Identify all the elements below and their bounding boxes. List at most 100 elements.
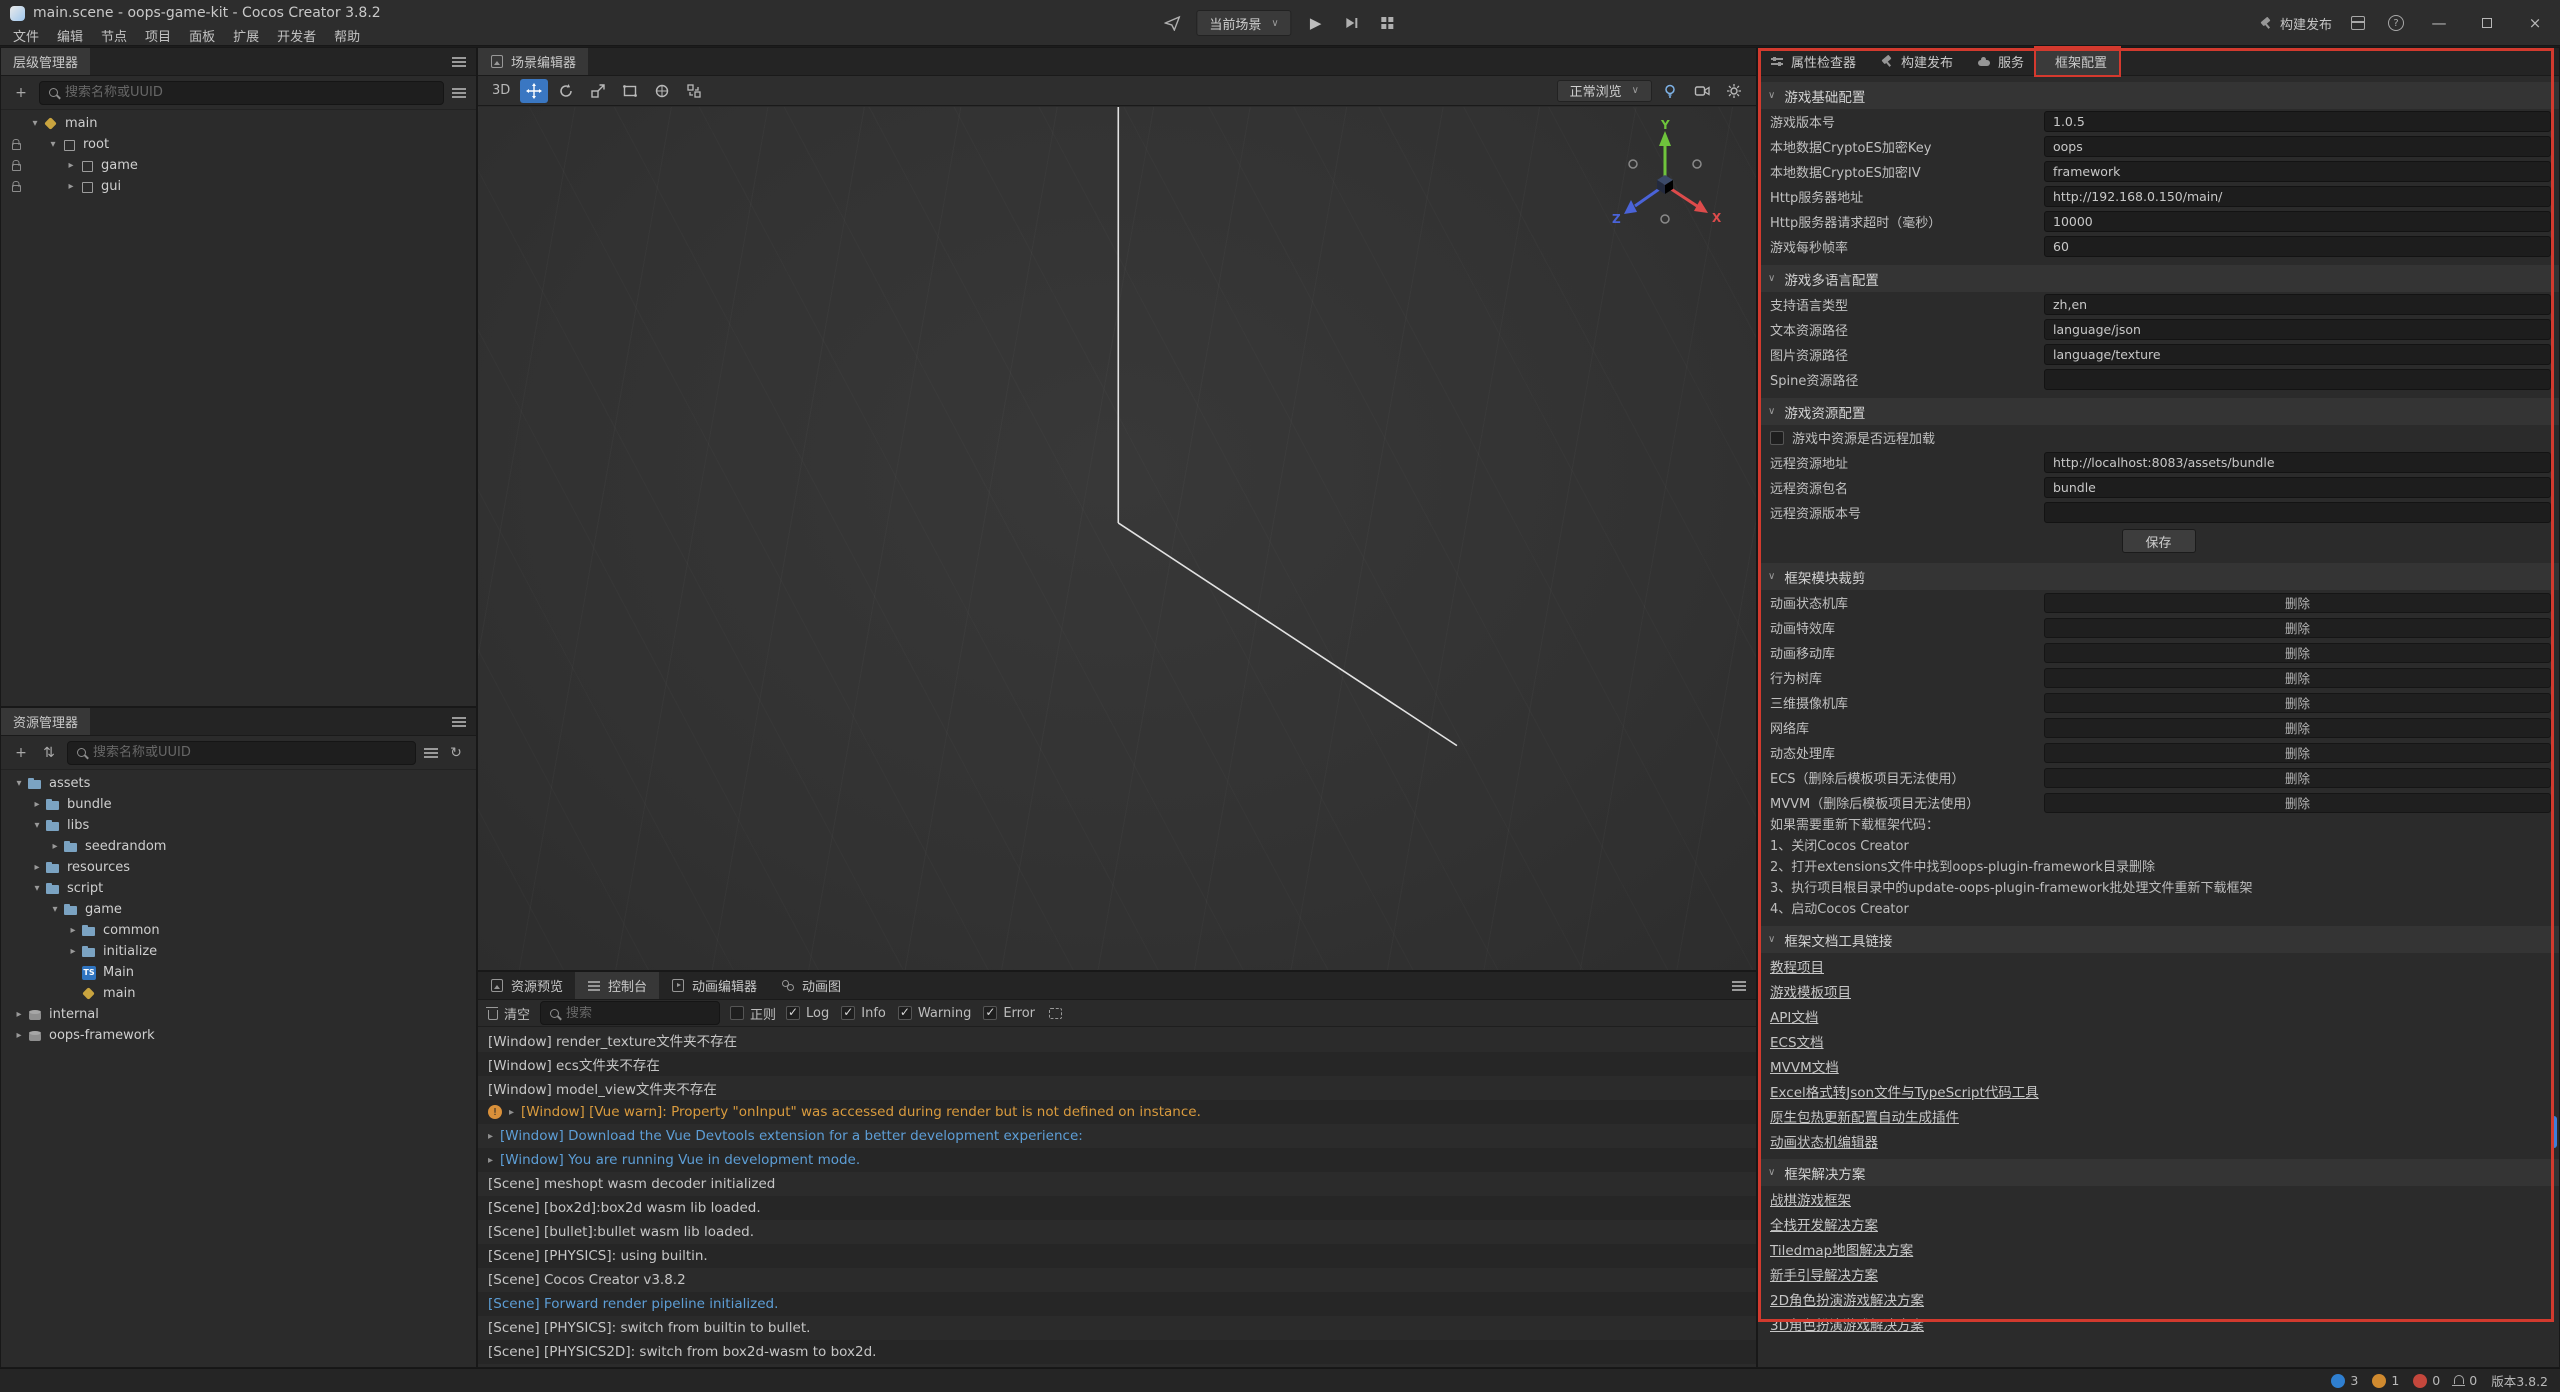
layout-grid-icon[interactable] bbox=[1376, 10, 1400, 36]
menu-item[interactable]: 文件 bbox=[4, 26, 48, 45]
panel-menu-icon[interactable] bbox=[1732, 980, 1746, 992]
solution-link[interactable]: 2D角色扮演游戏解决方案 bbox=[1770, 1289, 1924, 1309]
hierarchy-search-input[interactable] bbox=[65, 85, 434, 100]
console-tab[interactable]: 资源预览 bbox=[478, 972, 575, 999]
property-input[interactable]: http://localhost:8083/assets/bundle bbox=[2044, 452, 2551, 473]
scene-selector-dropdown[interactable]: 当前场景 ∨ bbox=[1196, 10, 1291, 36]
section-doc-links[interactable]: ∨ 框架文档工具链接 bbox=[1758, 926, 2559, 953]
log-row[interactable]: [Scene] [PHYSICS]: using builtin. bbox=[478, 1244, 1756, 1268]
scene-editor-tab[interactable]: 场景编辑器 bbox=[478, 48, 588, 75]
assets-tab[interactable]: 资源管理器 bbox=[1, 708, 90, 735]
property-input[interactable] bbox=[2044, 369, 2551, 390]
info-message-count[interactable]: 3 bbox=[2331, 1373, 2358, 1388]
asset-node-row[interactable]: game bbox=[1, 899, 476, 920]
panel-menu-icon[interactable] bbox=[452, 56, 466, 68]
menu-item[interactable]: 节点 bbox=[92, 26, 136, 45]
chevron-icon[interactable] bbox=[11, 1009, 27, 1020]
asset-node-row[interactable]: main bbox=[1, 983, 476, 1004]
asset-node-row[interactable]: resources bbox=[1, 857, 476, 878]
property-input[interactable]: framework bbox=[2044, 161, 2551, 182]
section-language-config[interactable]: ∨ 游戏多语言配置 bbox=[1758, 265, 2559, 292]
asset-node-row[interactable]: bundle bbox=[1, 794, 476, 815]
step-frame-button[interactable] bbox=[1340, 10, 1364, 36]
chevron-icon[interactable] bbox=[63, 160, 79, 171]
inspector-tab[interactable]: 构建发布 bbox=[1868, 48, 1965, 75]
log-filter-checkbox[interactable]: Log bbox=[786, 1006, 829, 1021]
asset-node-row[interactable]: libs bbox=[1, 815, 476, 836]
error-message-count[interactable]: 0 bbox=[2413, 1373, 2440, 1388]
solution-link[interactable]: 全栈开发解决方案 bbox=[1770, 1214, 1878, 1234]
scene-settings-gear-icon[interactable] bbox=[1720, 79, 1748, 103]
console-tab[interactable]: 动画编辑器 bbox=[659, 972, 769, 999]
doc-link[interactable]: MVVM文档 bbox=[1770, 1056, 1839, 1076]
minimize-button[interactable]: — bbox=[2422, 10, 2456, 36]
doc-link[interactable]: 动画状态机编辑器 bbox=[1770, 1131, 1878, 1151]
menu-item[interactable]: 面板 bbox=[180, 26, 224, 45]
hierarchy-node-row[interactable]: root bbox=[1, 134, 476, 155]
build-publish-button[interactable]: 构建发布 bbox=[2259, 14, 2332, 33]
delete-module-button[interactable]: 删除 bbox=[2285, 693, 2310, 712]
chevron-icon[interactable] bbox=[47, 841, 63, 852]
doc-link[interactable]: 教程项目 bbox=[1770, 956, 1824, 976]
log-filter-checkbox[interactable]: Info bbox=[841, 1006, 886, 1021]
hierarchy-node-row[interactable]: game bbox=[1, 155, 476, 176]
chevron-icon[interactable] bbox=[11, 778, 27, 789]
close-button[interactable]: × bbox=[2518, 10, 2552, 36]
menu-item[interactable]: 开发者 bbox=[268, 26, 325, 45]
create-node-button[interactable]: + bbox=[11, 82, 31, 104]
log-row[interactable]: [Scene] meshopt wasm decoder initialized bbox=[478, 1172, 1756, 1196]
lock-icon[interactable] bbox=[5, 139, 27, 150]
solution-link[interactable]: Tiledmap地图解决方案 bbox=[1770, 1239, 1913, 1259]
refresh-icon[interactable]: ↻ bbox=[446, 742, 466, 764]
property-input[interactable]: language/json bbox=[2044, 319, 2551, 340]
log-filter-checkbox[interactable]: Warning bbox=[898, 1006, 971, 1021]
rotate-tool-button[interactable] bbox=[552, 79, 580, 103]
doc-link[interactable]: ECS文档 bbox=[1770, 1031, 1824, 1051]
log-row[interactable]: [Scene] [PHYSICS]: switch from builtin t… bbox=[478, 1316, 1756, 1340]
section-solutions[interactable]: ∨ 框架解决方案 bbox=[1758, 1159, 2559, 1186]
property-input[interactable]: zh,en bbox=[2044, 294, 2551, 315]
console-tab[interactable]: 动画图 bbox=[769, 972, 853, 999]
doc-link[interactable]: API文档 bbox=[1770, 1006, 1818, 1026]
solution-link[interactable]: 新手引导解决方案 bbox=[1770, 1264, 1878, 1284]
sort-assets-icon[interactable]: ⇅ bbox=[39, 742, 59, 764]
clear-console-button[interactable]: 清空 bbox=[488, 1004, 530, 1023]
assets-searchbox[interactable] bbox=[67, 741, 416, 765]
lock-icon[interactable] bbox=[5, 160, 27, 171]
hierarchy-node-row[interactable]: main bbox=[1, 113, 476, 134]
console-tab[interactable]: 控制台 bbox=[575, 972, 659, 999]
delete-module-button[interactable]: 删除 bbox=[2285, 643, 2310, 662]
doc-link[interactable]: 游戏模板项目 bbox=[1770, 981, 1851, 1001]
view-orientation-gizmo[interactable]: Y X Z bbox=[1600, 119, 1730, 249]
property-input[interactable]: 1.0.5 bbox=[2044, 111, 2551, 132]
delete-module-button[interactable]: 删除 bbox=[2285, 793, 2310, 812]
property-input[interactable] bbox=[2044, 502, 2551, 523]
chevron-icon[interactable] bbox=[63, 181, 79, 192]
doc-link[interactable]: Excel格式转Json文件与TypeScript代码工具 bbox=[1770, 1081, 2039, 1101]
preview-platform-icon[interactable] bbox=[1160, 10, 1184, 36]
asset-node-row[interactable]: assets bbox=[1, 773, 476, 794]
chevron-icon[interactable] bbox=[65, 946, 81, 957]
asset-node-row[interactable]: internal bbox=[1, 1004, 476, 1025]
notification-count[interactable]: 0 bbox=[2454, 1373, 2477, 1388]
chevron-icon[interactable] bbox=[65, 925, 81, 936]
chevron-icon[interactable] bbox=[45, 139, 61, 150]
expand-arrow-icon[interactable] bbox=[488, 1131, 493, 1142]
asset-node-row[interactable]: Main bbox=[1, 962, 476, 983]
assets-search-input[interactable] bbox=[93, 745, 406, 760]
asset-node-row[interactable]: oops-framework bbox=[1, 1025, 476, 1046]
filter-icon[interactable] bbox=[452, 87, 466, 99]
property-input[interactable]: language/texture bbox=[2044, 344, 2551, 365]
hierarchy-searchbox[interactable] bbox=[39, 81, 444, 105]
chevron-icon[interactable] bbox=[29, 820, 45, 831]
menu-item[interactable]: 项目 bbox=[136, 26, 180, 45]
section-basic-config[interactable]: ∨ 游戏基础配置 bbox=[1758, 82, 2559, 109]
save-button[interactable]: 保存 bbox=[2122, 529, 2196, 553]
console-search-input[interactable] bbox=[566, 1006, 710, 1021]
delete-module-button[interactable]: 删除 bbox=[2285, 743, 2310, 762]
log-row[interactable]: [Scene] [PHYSICS2D]: switch from box2d-w… bbox=[478, 1340, 1756, 1364]
property-input[interactable]: 10000 bbox=[2044, 211, 2551, 232]
log-row[interactable]: [Scene] Forward render pipeline initiali… bbox=[478, 1292, 1756, 1316]
expand-arrow-icon[interactable] bbox=[509, 1107, 514, 1118]
scrollbar-thumb[interactable] bbox=[2551, 1116, 2557, 1148]
